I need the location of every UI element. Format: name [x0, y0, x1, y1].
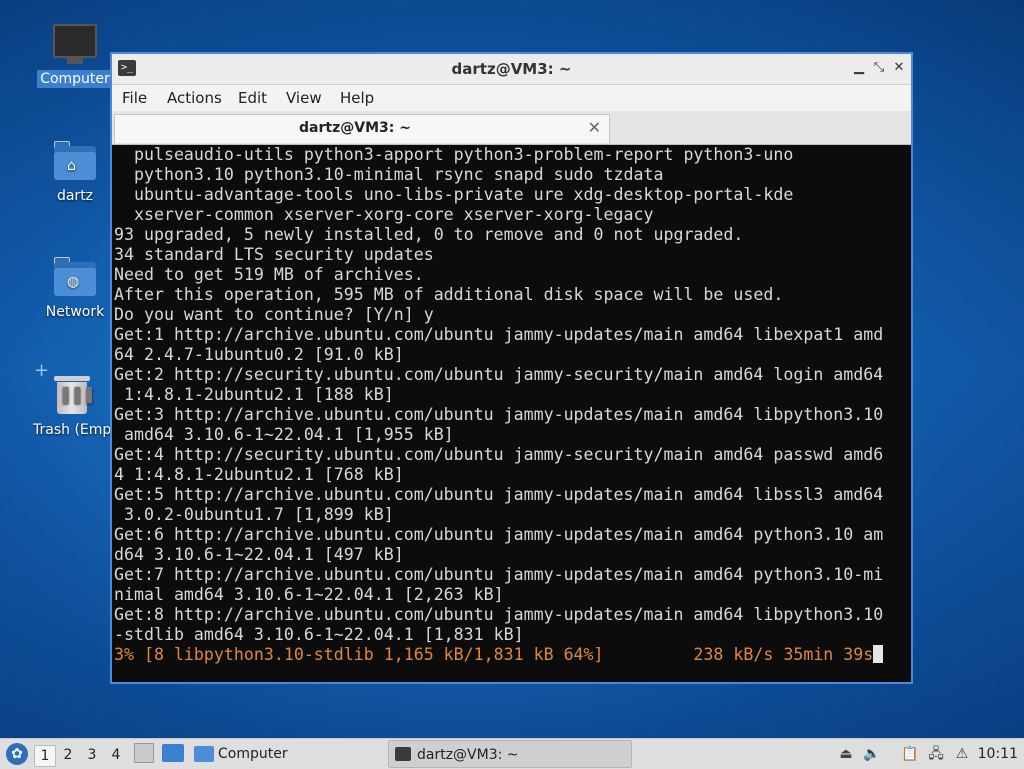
terminal-window[interactable]: >_ dartz@VM3: ~ ▁ ⤡ ✕ File Actions Edit … — [110, 52, 913, 684]
taskbar-window-computer[interactable]: Computer — [190, 740, 380, 768]
close-button[interactable]: ✕ — [890, 59, 908, 77]
terminal-line: Get:4 http://security.ubuntu.com/ubuntu … — [114, 445, 884, 464]
workspace-2[interactable]: 2 — [58, 745, 78, 765]
network-folder-icon: ◍ — [54, 257, 96, 296]
window-titlebar[interactable]: >_ dartz@VM3: ~ ▁ ⤡ ✕ — [112, 54, 911, 85]
terminal-output[interactable]: pulseaudio-utils python3-apport python3-… — [114, 145, 909, 680]
desktop-icon-trash[interactable]: Trash (Empt — [30, 372, 117, 439]
desktop-icon-label: dartz — [56, 188, 94, 204]
terminal-line: -stdlib amd64 3.10.6-1~22.04.1 [1,831 kB… — [114, 625, 524, 644]
terminal-line: Get:7 http://archive.ubuntu.com/ubuntu j… — [114, 565, 884, 584]
maximize-button[interactable]: ⤡ — [870, 59, 888, 77]
terminal-line: Get:3 http://archive.ubuntu.com/ubuntu j… — [114, 405, 884, 424]
taskbar-window-label: Computer — [218, 746, 288, 762]
workspace-3[interactable]: 3 — [82, 745, 102, 765]
terminal-line: After this operation, 595 MB of addition… — [114, 285, 784, 304]
terminal-line: ubuntu-advantage-tools uno-libs-private … — [114, 185, 794, 204]
menu-bar: File Actions Edit View Help — [112, 85, 911, 111]
tab-bar: dartz@VM3: ~ ✕ — [112, 111, 911, 145]
terminal-icon — [395, 747, 411, 761]
workspace-1[interactable]: 1 — [34, 745, 56, 767]
start-menu-icon[interactable]: ✿ — [6, 743, 28, 765]
terminal-line: python3.10 python3.10-minimal rsync snap… — [114, 165, 664, 184]
terminal-line: 93 upgraded, 5 newly installed, 0 to rem… — [114, 225, 744, 244]
network-icon[interactable]: 🖧 — [926, 744, 946, 764]
desktop-icon-network[interactable]: ◍ Network — [35, 257, 115, 321]
terminal-line: Need to get 519 MB of archives. — [114, 265, 424, 284]
terminal-line: Get:6 http://archive.ubuntu.com/ubuntu j… — [114, 525, 884, 544]
terminal-line: amd64 3.10.6-1~22.04.1 [1,955 kB] — [114, 425, 454, 444]
computer-icon — [53, 24, 97, 64]
progress-text: 3% [8 libpython3.10-stdlib 1,165 kB/1,83… — [114, 645, 874, 664]
home-folder-icon: ⌂ — [54, 141, 96, 180]
terminal-line: 1:4.8.1-2ubuntu2.1 [188 kB] — [114, 385, 394, 404]
desktop-icon-label: Network — [45, 304, 105, 320]
terminal-line: nimal amd64 3.10.6-1~22.04.1 [2,263 kB] — [114, 585, 504, 604]
text-cursor — [873, 645, 884, 663]
desktop-icon-label: Trash (Empt — [33, 422, 117, 438]
taskbar: ✿ 1 2 3 4 Computer dartz@VM3: ~ ⏏ 🔈 📋 🖧 … — [0, 738, 1024, 769]
menu-edit[interactable]: Edit — [238, 89, 267, 107]
volume-icon[interactable]: 🔈 — [862, 744, 882, 764]
file-manager-launcher-icon[interactable] — [134, 743, 154, 763]
terminal-line: pulseaudio-utils python3-apport python3-… — [114, 145, 794, 164]
terminal-line: Get:5 http://archive.ubuntu.com/ubuntu j… — [114, 485, 884, 504]
minimize-button[interactable]: ▁ — [850, 59, 868, 77]
folder-icon — [194, 746, 214, 762]
show-desktop-icon[interactable] — [162, 744, 184, 762]
desktop-icon-computer[interactable]: Computer — [35, 0, 115, 88]
taskbar-window-terminal[interactable]: dartz@VM3: ~ — [388, 740, 632, 768]
tab-close-icon[interactable]: ✕ — [588, 118, 601, 137]
menu-file[interactable]: File — [122, 89, 147, 107]
taskbar-window-label: dartz@VM3: ~ — [417, 747, 519, 763]
clock[interactable]: 10:11 — [978, 739, 1018, 769]
terminal-line: Get:1 http://archive.ubuntu.com/ubuntu j… — [114, 325, 884, 344]
menu-view[interactable]: View — [286, 89, 322, 107]
tab-terminal[interactable]: dartz@VM3: ~ ✕ — [114, 114, 610, 143]
terminal-line: 4 1:4.8.1-2ubuntu2.1 [768 kB] — [114, 465, 404, 484]
trash-icon — [54, 376, 98, 414]
update-icon[interactable]: ⚠ — [952, 744, 972, 764]
window-title: dartz@VM3: ~ — [451, 60, 572, 78]
progress-line: 3% [8 libpython3.10-stdlib 1,165 kB/1,83… — [114, 645, 909, 665]
caps-icon[interactable]: ⏏ — [836, 744, 856, 764]
desktop-icon-home[interactable]: ⌂ dartz — [35, 141, 115, 205]
terminal-line: Get:2 http://security.ubuntu.com/ubuntu … — [114, 365, 884, 384]
terminal-line: Get:8 http://archive.ubuntu.com/ubuntu j… — [114, 605, 884, 624]
menu-help[interactable]: Help — [340, 89, 374, 107]
tab-label: dartz@VM3: ~ — [299, 120, 411, 136]
clipboard-icon[interactable]: 📋 — [900, 744, 920, 764]
desktop-icon-label: Computer — [37, 70, 113, 88]
terminal-line: Do you want to continue? [Y/n] y — [114, 305, 434, 324]
terminal-line: 3.0.2-0ubuntu1.7 [1,899 kB] — [114, 505, 394, 524]
terminal-line: d64 3.10.6-1~22.04.1 [497 kB] — [114, 545, 404, 564]
terminal-line: xserver-common xserver-xorg-core xserver… — [114, 205, 654, 224]
terminal-line: 64 2.4.7-1ubuntu0.2 [91.0 kB] — [114, 345, 404, 364]
menu-actions[interactable]: Actions — [167, 89, 222, 107]
terminal-line: 34 standard LTS security updates — [114, 245, 434, 264]
workspace-4[interactable]: 4 — [106, 745, 126, 765]
